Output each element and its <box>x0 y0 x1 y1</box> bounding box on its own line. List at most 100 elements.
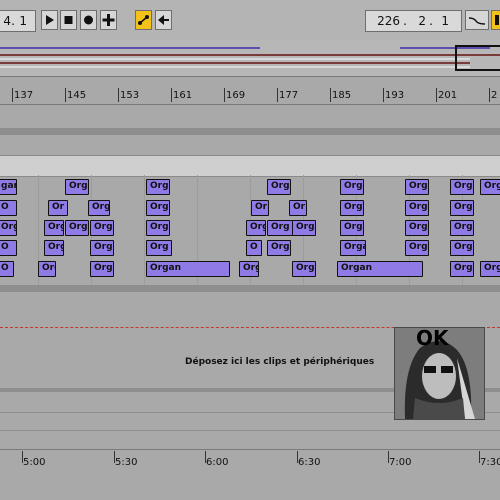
organ-clip[interactable]: Org <box>405 200 429 216</box>
ruler-tick <box>489 88 490 102</box>
organ-clip[interactable]: Organ <box>146 261 230 277</box>
punch-curve-icon <box>468 17 486 25</box>
back-to-arrangement-button[interactable] <box>155 10 172 30</box>
arrangement-overview[interactable] <box>0 40 500 77</box>
organ-clip[interactable]: Org <box>65 179 89 195</box>
overview-viewport-box[interactable] <box>455 45 500 71</box>
organ-clip[interactable]: O <box>0 240 17 256</box>
time-label: 6:30 <box>298 457 321 468</box>
organ-clip[interactable]: gan <box>0 179 17 195</box>
ruler-tick <box>330 88 331 102</box>
organ-clip[interactable]: Org <box>267 220 293 236</box>
organ-clip[interactable]: Org <box>450 179 474 195</box>
time-label: 5:30 <box>115 457 138 468</box>
loop-length-display[interactable]: 226. 2. 1 <box>365 10 462 32</box>
ruler-bar-label: 185 <box>332 90 352 101</box>
play-button[interactable] <box>41 10 58 30</box>
organ-clip[interactable]: Org <box>90 220 114 236</box>
overview-track-line <box>0 47 260 49</box>
organ-clip[interactable]: Org <box>340 179 364 195</box>
organ-clip[interactable]: Org <box>146 200 170 216</box>
organ-clip[interactable]: Org <box>38 261 56 277</box>
organ-clip[interactable]: Org <box>450 261 474 277</box>
organ-clip[interactable]: Org <box>267 179 291 195</box>
organ-clip[interactable]: Org <box>450 220 474 236</box>
time-label: 6:00 <box>206 457 229 468</box>
organ-clip[interactable]: Org <box>88 200 110 216</box>
ruler-bar-label: 2 <box>491 90 498 101</box>
time-ruler[interactable] <box>0 449 500 474</box>
organ-clip[interactable]: Or <box>48 200 68 216</box>
organ-clip[interactable]: O <box>246 240 262 256</box>
track-divider <box>0 285 500 292</box>
overdub-button[interactable] <box>100 10 117 30</box>
record-button[interactable] <box>80 10 97 30</box>
ruler-bar-label: 169 <box>226 90 246 101</box>
organ-clip[interactable]: Org <box>246 220 266 236</box>
organ-clip[interactable]: Org <box>405 220 429 236</box>
track-divider <box>0 430 500 431</box>
ruler-bar-label: 137 <box>14 90 34 101</box>
organ-clip[interactable]: Org <box>450 240 474 256</box>
organ-clip[interactable]: O <box>0 200 17 216</box>
ruler-bar-label: 177 <box>279 90 299 101</box>
ruler-tick <box>436 88 437 102</box>
arrow-left-icon <box>158 15 169 25</box>
drop-area-hint: Déposez ici les clips et périphériques <box>185 357 375 367</box>
plus-icon <box>102 14 115 26</box>
position-beats: 1 <box>19 14 27 28</box>
overview-track-line <box>0 58 470 60</box>
organ-clip[interactable]: Org <box>239 261 259 277</box>
ruler-tick <box>12 88 13 102</box>
locator-lane[interactable] <box>0 155 500 177</box>
organ-clip[interactable]: Org <box>405 179 429 195</box>
organ-clip[interactable]: Org <box>44 220 64 236</box>
overview-track-line <box>0 62 470 64</box>
automation-button[interactable] <box>135 10 152 30</box>
position-display[interactable]: 4. 1 <box>0 10 36 32</box>
organ-clip[interactable]: Org <box>146 220 170 236</box>
organ-clip[interactable]: Org <box>292 220 316 236</box>
loop-bars: 226 <box>377 14 400 28</box>
record-icon <box>84 15 93 25</box>
organ-clip[interactable]: O <box>0 261 14 277</box>
ruler-tick <box>383 88 384 102</box>
organ-clip[interactable]: Org <box>292 261 316 277</box>
time-label: 5:00 <box>23 457 46 468</box>
ruler-bar-label: 153 <box>120 90 140 101</box>
organ-clip[interactable]: Org <box>146 179 170 195</box>
organ-clip[interactable]: Org <box>405 240 429 256</box>
ruler-tick <box>277 88 278 102</box>
position-bars: 4 <box>3 14 11 28</box>
organ-clip[interactable]: Org <box>267 240 291 256</box>
time-label: 7:30 <box>480 457 500 468</box>
organ-clip[interactable]: Org <box>340 200 364 216</box>
organ-clip[interactable]: Organ <box>337 261 423 277</box>
organ-clip[interactable]: Org <box>0 220 17 236</box>
organ-clip[interactable]: Org <box>450 200 474 216</box>
organ-clip[interactable]: Org <box>146 240 172 256</box>
ruler-bar-label: 161 <box>173 90 193 101</box>
time-label: 7:00 <box>389 457 412 468</box>
organ-clip[interactable]: Org <box>90 240 114 256</box>
organ-clip[interactable]: Org <box>90 261 114 277</box>
ruler-tick <box>65 88 66 102</box>
organ-clip[interactable]: Orga <box>340 240 366 256</box>
organ-clip[interactable]: Org <box>480 179 500 195</box>
organ-clip[interactable]: Org <box>44 240 64 256</box>
overview-track-line <box>0 54 500 56</box>
ruler-bar-label: 201 <box>438 90 458 101</box>
ruler-tick <box>224 88 225 102</box>
ruler-tick <box>118 88 119 102</box>
organ-clip[interactable]: Org <box>480 261 500 277</box>
organ-clip[interactable]: Org <box>340 220 364 236</box>
draw-mode-button[interactable] <box>491 10 500 30</box>
preview-overlay-text: OK <box>416 326 449 350</box>
organ-clip[interactable]: Or <box>289 200 307 216</box>
organ-clip[interactable]: Org <box>65 220 89 236</box>
ruler-bar-label: 145 <box>67 90 87 101</box>
stop-button[interactable] <box>60 10 77 30</box>
punch-button[interactable] <box>465 10 489 30</box>
track-divider <box>0 128 500 135</box>
organ-clip[interactable]: Or <box>251 200 269 216</box>
